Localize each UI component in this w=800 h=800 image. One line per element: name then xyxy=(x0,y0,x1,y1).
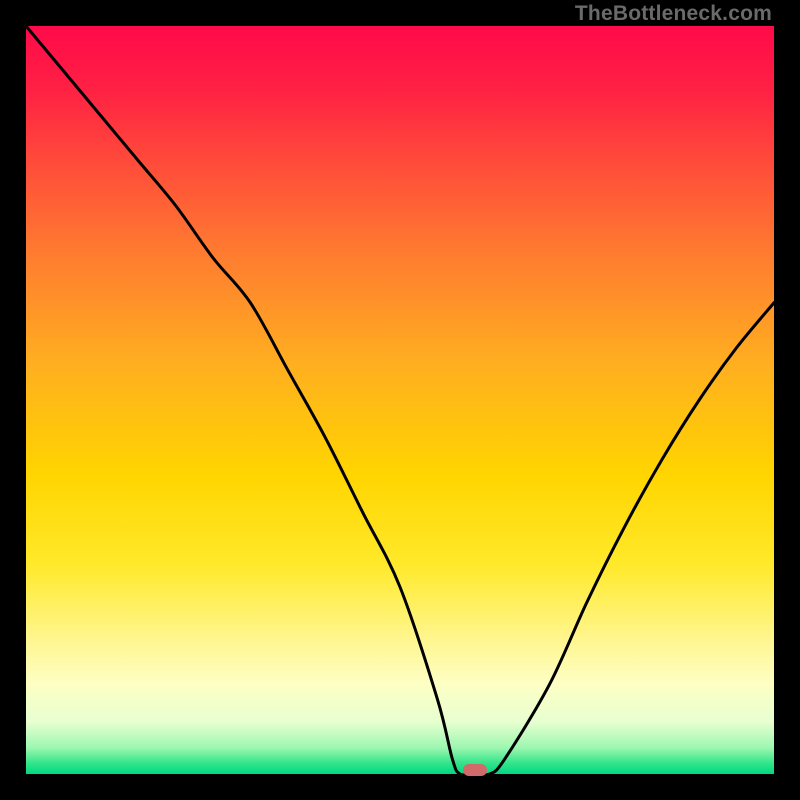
chart-frame: TheBottleneck.com xyxy=(0,0,800,800)
plot-area xyxy=(26,26,774,774)
watermark-text: TheBottleneck.com xyxy=(575,2,772,26)
optimal-marker xyxy=(463,764,487,776)
bottleneck-curve xyxy=(26,26,774,774)
